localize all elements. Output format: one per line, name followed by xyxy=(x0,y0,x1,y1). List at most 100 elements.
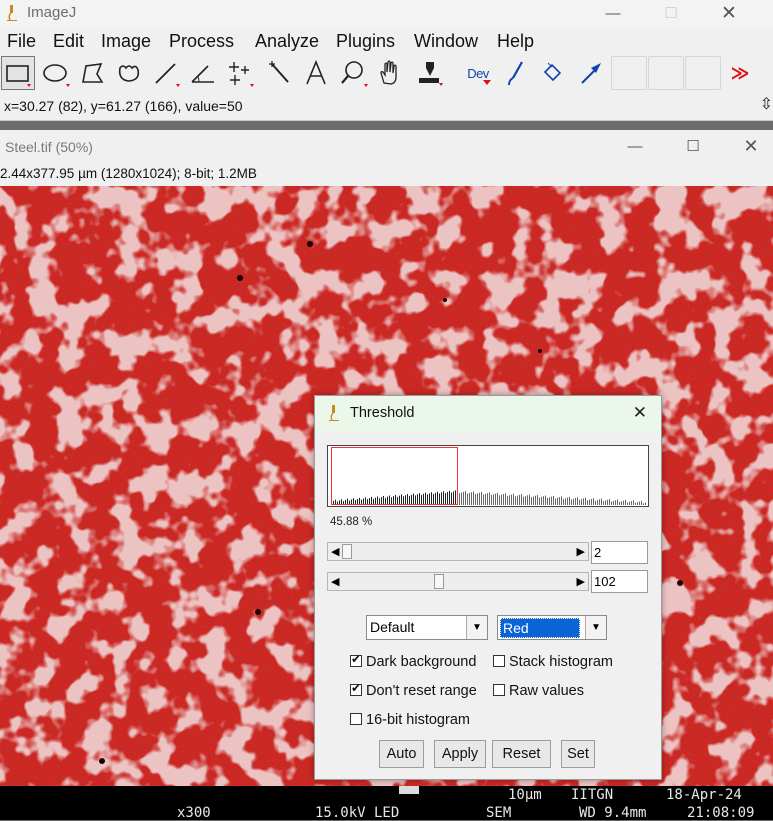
magnifier-tool-icon[interactable] xyxy=(336,56,370,90)
histogram-bar xyxy=(577,497,578,505)
histogram-bar xyxy=(561,496,562,505)
max-threshold-slider[interactable]: ◀ ▶ xyxy=(327,572,589,591)
sem-voltage: 15.0kV LED xyxy=(315,805,400,821)
text-tool-icon[interactable] xyxy=(299,56,333,90)
left-arrow-icon[interactable]: ◀ xyxy=(331,545,339,558)
close-icon[interactable]: ✕ xyxy=(633,403,647,423)
histogram-bar xyxy=(639,501,640,505)
minimize-icon[interactable]: — xyxy=(584,0,642,26)
brush-tool-icon[interactable] xyxy=(498,56,532,90)
histogram-bar xyxy=(599,499,600,505)
image-close-icon[interactable]: ✕ xyxy=(722,133,773,159)
histogram-bar xyxy=(617,499,618,505)
dont-reset-range-checkbox[interactable]: ✔ Don't reset range xyxy=(350,681,477,699)
resize-icon[interactable]: ⇳ xyxy=(760,94,773,114)
menu-plugins[interactable]: Plugins xyxy=(336,31,395,52)
image-maximize-icon[interactable]: ☐ xyxy=(664,133,722,159)
close-icon[interactable]: ✕ xyxy=(700,0,758,26)
histogram-bar xyxy=(533,496,534,505)
display-mode-select[interactable]: Red ▼ xyxy=(497,615,607,640)
checkbox-box[interactable]: ✔ xyxy=(350,652,362,667)
histogram-bar xyxy=(573,498,574,505)
menu-window[interactable]: Window xyxy=(414,31,478,52)
hand-scroll-tool-icon[interactable] xyxy=(373,56,407,90)
empty-tool-slot[interactable] xyxy=(611,56,647,90)
histogram-bar xyxy=(571,499,572,505)
histogram-bar xyxy=(621,501,622,505)
sem-org: IITGN xyxy=(571,787,614,803)
max-threshold-field[interactable]: 102 xyxy=(591,570,648,593)
angle-tool-icon[interactable] xyxy=(186,56,220,90)
histogram-bar xyxy=(587,500,588,505)
histogram-bar xyxy=(645,502,646,505)
menu-help[interactable]: Help xyxy=(497,31,534,52)
left-arrow-icon[interactable]: ◀ xyxy=(331,575,339,588)
color-picker-tool-icon[interactable] xyxy=(412,56,446,90)
slider-thumb[interactable] xyxy=(434,574,445,589)
right-arrow-icon[interactable]: ▶ xyxy=(577,545,585,558)
checkbox-box[interactable] xyxy=(350,713,362,725)
histogram-bar xyxy=(625,499,626,505)
slider-thumb[interactable] xyxy=(341,544,352,559)
oval-tool-icon[interactable] xyxy=(38,56,72,90)
sem-scalebar-label: 10µm xyxy=(508,787,542,803)
histogram-bar xyxy=(615,500,616,505)
dev-menu-tool[interactable]: Dev xyxy=(461,56,495,90)
method-select[interactable]: Default ▼ xyxy=(366,615,488,640)
histogram-bar xyxy=(595,500,596,505)
image-window-title: Steel.tif (50%) xyxy=(5,139,93,155)
polygon-tool-icon[interactable] xyxy=(75,56,109,90)
sem-time: 21:08:09 xyxy=(687,805,755,821)
apply-button[interactable]: Apply xyxy=(434,740,486,768)
histogram-bar xyxy=(549,497,550,505)
histogram-bar xyxy=(497,492,498,505)
min-threshold-slider[interactable]: ◀ ▶ xyxy=(327,542,589,561)
histogram-bar xyxy=(633,500,634,505)
histogram-bar xyxy=(603,501,604,505)
multipoint-tool-icon[interactable] xyxy=(223,56,257,90)
reset-button[interactable]: Reset xyxy=(492,740,551,768)
auto-button[interactable]: Auto xyxy=(379,740,424,768)
arrow-tool-icon[interactable] xyxy=(574,56,608,90)
maximize-icon[interactable]: ☐ xyxy=(642,0,700,26)
empty-tool-slot[interactable] xyxy=(648,56,684,90)
dark-background-checkbox[interactable]: ✔ Dark background xyxy=(350,652,476,670)
16-bit-histogram-checkbox[interactable]: 16-bit histogram xyxy=(350,712,470,728)
menu-file[interactable]: File xyxy=(7,31,36,52)
raw-values-checkbox[interactable]: Raw values xyxy=(493,683,584,699)
min-threshold-field[interactable]: 2 xyxy=(591,541,648,564)
line-tool-icon[interactable] xyxy=(149,56,183,90)
checkbox-box[interactable] xyxy=(493,684,505,696)
histogram-bar xyxy=(511,494,512,505)
menu-analyze[interactable]: Analyze xyxy=(255,31,319,52)
set-button[interactable]: Set xyxy=(561,740,595,768)
histogram-bar xyxy=(607,499,608,505)
image-minimize-icon[interactable]: — xyxy=(606,133,664,159)
right-arrow-icon[interactable]: ▶ xyxy=(577,575,585,588)
histogram-bar xyxy=(483,494,484,505)
menu-process[interactable]: Process xyxy=(169,31,234,52)
histogram-bar xyxy=(521,494,522,505)
main-titlebar[interactable]: ImageJ — ☐ ✕ xyxy=(0,0,773,26)
threshold-titlebar[interactable]: Threshold ✕ xyxy=(315,396,661,432)
histogram-bar xyxy=(601,498,602,505)
freehand-tool-icon[interactable] xyxy=(112,56,146,90)
rectangle-tool-icon[interactable] xyxy=(1,56,35,90)
threshold-dialog: Threshold ✕ 45.88 % ◀ ▶ 2 ◀ ▶ 102 Defaul… xyxy=(314,395,662,780)
flood-fill-tool-icon[interactable] xyxy=(535,56,569,90)
menu-image[interactable]: Image xyxy=(101,31,151,52)
wand-tool-icon[interactable] xyxy=(262,56,296,90)
threshold-histogram xyxy=(327,445,649,507)
histogram-bar xyxy=(529,494,530,505)
chevron-down-icon[interactable]: ▼ xyxy=(466,616,487,639)
checkbox-box[interactable] xyxy=(493,655,505,667)
menu-edit[interactable]: Edit xyxy=(53,31,84,52)
more-tools-icon[interactable]: ≫ xyxy=(722,56,758,90)
empty-tool-slot[interactable] xyxy=(685,56,721,90)
chevron-down-icon[interactable]: ▼ xyxy=(585,616,606,639)
histogram-bar xyxy=(619,502,620,505)
histogram-bar xyxy=(489,492,490,505)
checkbox-box[interactable]: ✔ xyxy=(350,681,362,696)
histogram-bar xyxy=(591,498,592,505)
stack-histogram-checkbox[interactable]: Stack histogram xyxy=(493,654,613,670)
